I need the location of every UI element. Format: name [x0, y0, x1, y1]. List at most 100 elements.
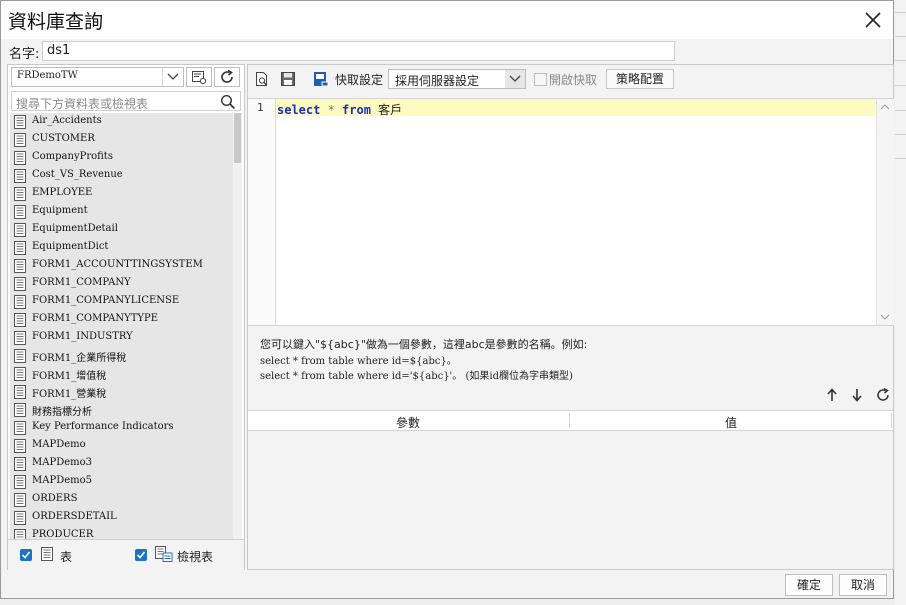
search-placeholder: 搜尋下方資料表或檢視表 — [16, 97, 149, 111]
name-label: 名字: — [9, 47, 40, 62]
table-name: ORDERS — [32, 493, 78, 504]
table-list-item[interactable]: Air_Accidents — [10, 113, 233, 131]
database-select[interactable]: FRDemoTW — [11, 67, 184, 87]
table-list-item[interactable]: EquipmentDict — [10, 239, 233, 257]
table-list-item[interactable]: MAPDemo3 — [10, 455, 233, 473]
table-name: FORM1_COMPANYLICENSE — [32, 295, 180, 306]
table-list-item[interactable]: ORDERSDETAIL — [10, 509, 233, 527]
table-name: FORM1_企業所得稅 — [32, 353, 127, 364]
sql-table-name: 客戶 — [370, 103, 403, 117]
table-name: FORM1_COMPANY — [32, 277, 131, 288]
table-list-item[interactable]: Key Performance Indicators — [10, 419, 233, 437]
table-name: EquipmentDict — [32, 241, 109, 252]
preview-icon[interactable] — [254, 71, 270, 90]
scroll-up-icon[interactable] — [880, 103, 890, 111]
table-icon — [14, 223, 26, 240]
table-list-item[interactable]: EMPLOYEE — [10, 185, 233, 203]
table-list-item[interactable]: EquipmentDetail — [10, 221, 233, 239]
ok-button[interactable]: 確定 — [785, 574, 833, 596]
refresh-button[interactable] — [214, 67, 240, 87]
table-icon — [14, 421, 26, 438]
table-name: FORM1_ACCOUNTTINGSYSTEM — [32, 259, 203, 270]
table-icon — [14, 241, 26, 258]
table-list-item[interactable]: FORM1_ACCOUNTTINGSYSTEM — [10, 257, 233, 275]
query-toolbar: 快取設定 採用伺服器設定 開啟快取 策略配置 — [248, 65, 893, 93]
table-name: MAPDemo — [32, 439, 86, 450]
chevron-down-icon[interactable] — [162, 68, 183, 86]
table-list-item[interactable]: FORM1_營業稅 — [10, 383, 233, 401]
save-icon[interactable] — [280, 71, 296, 90]
line-number-gutter: 1 — [248, 99, 276, 325]
table-name: FORM1_增值稅 — [32, 371, 107, 382]
table-list-item[interactable]: Equipment — [10, 203, 233, 221]
table-list-item[interactable]: MAPDemo — [10, 437, 233, 455]
table-name: MAPDemo3 — [32, 457, 92, 468]
show-tables-checkbox[interactable] — [20, 549, 32, 561]
table-list-item[interactable]: Cost_VS_Revenue — [10, 167, 233, 185]
table-search-input[interactable]: 搜尋下方資料表或檢視表 — [11, 91, 241, 111]
table-list-item[interactable]: 財務指標分析 — [10, 401, 233, 419]
table-list-item[interactable]: MAPDemo5 — [10, 473, 233, 491]
show-tables-label: 表 — [60, 550, 73, 564]
table-icon — [14, 313, 26, 330]
table-name: FORM1_COMPANYTYPE — [32, 313, 159, 324]
table-list-scrollbar[interactable] — [233, 113, 242, 539]
refresh-params-icon[interactable] — [875, 387, 891, 406]
table-icon — [14, 439, 26, 456]
sql-editor[interactable]: 1 select * from 客戶 — [248, 98, 894, 326]
table-list-item[interactable]: FORM1_增值稅 — [10, 365, 233, 383]
table-list-item[interactable]: FORM1_INDUSTRY — [10, 329, 233, 347]
connection-settings-button[interactable] — [186, 67, 212, 87]
table-icon — [14, 295, 26, 312]
table-icon — [14, 331, 26, 348]
table-list-item[interactable]: CompanyProfits — [10, 149, 233, 167]
parameter-table: 參數 值 — [248, 410, 893, 569]
param-column-header: 參數 — [396, 416, 421, 430]
cache-settings-icon — [313, 71, 329, 90]
table-icon — [14, 169, 26, 186]
database-query-dialog: 資料庫查詢 名字: ds1 FRDemoTW 搜尋下方資料表或檢視表 Air_A… — [0, 0, 894, 599]
chevron-down-icon[interactable] — [505, 70, 525, 88]
search-icon[interactable] — [220, 94, 236, 113]
move-down-icon[interactable] — [850, 387, 864, 406]
sql-code-line[interactable]: select * from 客戶 — [277, 101, 402, 118]
close-icon[interactable] — [861, 8, 885, 32]
name-input[interactable]: ds1 — [42, 41, 675, 61]
refresh-icon — [221, 69, 233, 83]
cache-option-value: 採用伺服器設定 — [395, 74, 480, 88]
table-name: EquipmentDetail — [32, 223, 118, 234]
table-icon — [14, 457, 26, 474]
move-up-icon[interactable] — [825, 387, 839, 406]
table-icon — [14, 115, 26, 132]
table-icon — [14, 511, 26, 528]
table-list-item[interactable]: FORM1_企業所得稅 — [10, 347, 233, 365]
enable-cache-checkbox[interactable] — [534, 73, 547, 86]
table-name: 財務指標分析 — [32, 407, 92, 418]
table-filter-bar: 表 檢視表 — [8, 539, 244, 570]
table-name: FORM1_INDUSTRY — [32, 331, 133, 342]
parameter-hint: 您可以鍵入"${abc}"做為一個參數，這裡abc是參數的名稱。例如: — [260, 338, 588, 351]
table-list-item[interactable]: FORM1_COMPANYTYPE — [10, 311, 233, 329]
table-list-item[interactable]: PRODUCER — [10, 527, 233, 539]
cache-option-select[interactable]: 採用伺服器設定 — [388, 69, 526, 89]
table-name: Key Performance Indicators — [32, 421, 174, 432]
table-icon — [14, 259, 26, 276]
show-views-checkbox[interactable] — [135, 549, 147, 561]
value-column-header: 值 — [725, 416, 738, 430]
table-list-item[interactable]: FORM1_COMPANY — [10, 275, 233, 293]
view-icon — [155, 546, 173, 565]
table-list-item[interactable]: FORM1_COMPANYLICENSE — [10, 293, 233, 311]
table-list-item[interactable]: CUSTOMER — [10, 131, 233, 149]
table-icon — [14, 493, 26, 510]
table-list-item[interactable]: ORDERS — [10, 491, 233, 509]
table-name: Cost_VS_Revenue — [32, 169, 123, 180]
cancel-button[interactable]: 取消 — [839, 574, 887, 596]
table-name: CompanyProfits — [32, 151, 113, 162]
editor-scrollbar[interactable] — [876, 99, 894, 325]
sql-keyword-select: select — [277, 103, 321, 117]
scroll-down-icon[interactable] — [880, 313, 890, 321]
sql-keyword-from: from — [342, 103, 371, 117]
strategy-config-button[interactable]: 策略配置 — [606, 69, 674, 89]
background-window-edge — [895, 0, 906, 605]
table-icon — [14, 277, 26, 294]
